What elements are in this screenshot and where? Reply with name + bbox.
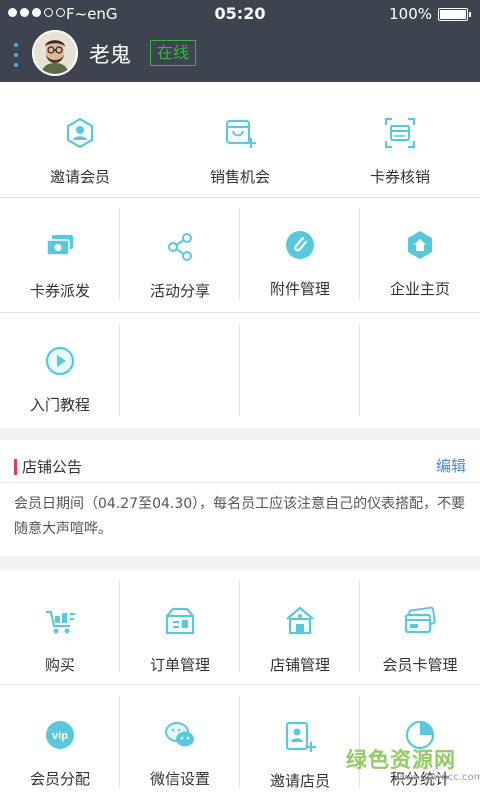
invite-staff-icon [285,721,316,752]
sales-opportunity-button[interactable]: 销售机会 [160,116,320,187]
activity-share-button[interactable]: 活动分享 [120,230,240,301]
invite-member-icon [66,117,94,149]
vip-icon: vip [46,721,74,749]
tutorial-label: 入门教程 [29,396,90,414]
order-manage-button[interactable]: 订单管理 [120,604,240,675]
watermark-url: www.downcc.com [394,772,480,783]
store-icon [286,606,314,635]
grid-divider [0,197,480,198]
watermark-logo: 绿色资源网 [346,748,456,772]
invite-member-button[interactable]: 邀请会员 [0,116,160,187]
notice-text: 会员日期间（04.27至04.30），每名员工应该注意自己的仪表搭配，不要随意大… [14,496,466,537]
grid-divider [359,324,360,416]
coupon-distribute-icon [46,235,73,256]
order-manage-label: 订单管理 [149,656,210,674]
member-card-manage-label: 会员卡管理 [382,656,458,674]
grid-divider [0,312,480,313]
grid-divider [119,696,120,788]
battery-percent: 100% [389,5,432,23]
username: 老鬼 [89,43,131,67]
notice-title: 店铺公告 [22,458,83,476]
invite-staff-label: 邀请店员 [269,772,330,790]
play-icon [45,346,75,376]
notice-accent-bar [14,459,17,475]
function-grid: 邀请会员 销售机会 卡券核销 卡券派发 活动分享 附件管理 企业主页 入门教程 [0,82,480,428]
sales-opportunity-label: 销售机会 [209,168,270,186]
status-bar: F~enG 05:20 100% [0,0,480,28]
grid-divider [239,580,240,672]
attachment-manage-button[interactable]: 附件管理 [240,228,360,299]
home-icon [408,231,432,259]
purchase-label: 购买 [44,656,75,674]
grid-divider [359,696,360,788]
grid-divider [239,324,240,416]
share-icon [168,233,192,261]
invite-member-label: 邀请会员 [49,168,110,186]
grid-divider [119,208,120,300]
member-card-icon [404,606,436,634]
coupon-distribute-label: 卡券派发 [29,282,90,300]
notice-edit-link[interactable]: 编辑 [436,455,466,476]
grid-divider [119,324,120,416]
sales-opportunity-icon [225,119,256,148]
grid-divider [239,696,240,788]
battery-icon [438,8,471,21]
coupon-verify-icon [384,117,416,149]
attachment-icon [286,231,314,259]
wechat-icon [165,722,194,747]
grid-divider [359,208,360,300]
wechat-settings-label: 微信设置 [149,770,210,788]
invite-staff-button[interactable]: 邀请店员 [240,720,360,791]
coupon-verify-button[interactable]: 卡券核销 [320,116,480,187]
grid-divider [0,684,480,685]
avatar[interactable] [32,30,78,76]
company-homepage-button[interactable]: 企业主页 [360,228,480,299]
grid-divider [119,580,120,672]
wechat-settings-button[interactable]: 微信设置 [120,718,240,789]
notice-divider [0,482,480,483]
coupon-verify-label: 卡券核销 [369,168,430,186]
online-status-badge: 在线 [150,40,197,66]
activity-share-label: 活动分享 [149,282,210,300]
member-assign-label: 会员分配 [29,770,90,788]
member-card-manage-button[interactable]: 会员卡管理 [360,604,480,675]
coupon-distribute-button[interactable]: 卡券派发 [0,230,120,301]
tutorial-button[interactable]: 入门教程 [0,344,120,415]
attachment-manage-label: 附件管理 [269,280,330,298]
company-homepage-label: 企业主页 [389,280,450,298]
store-manage-button[interactable]: 店铺管理 [240,604,360,675]
app-header: 老鬼 在线 [0,28,480,82]
order-icon [165,607,195,635]
cart-icon [46,610,75,634]
purchase-button[interactable]: 购买 [0,604,120,675]
grid-divider [359,580,360,672]
store-manage-label: 店铺管理 [269,656,330,674]
svg-text:vip: vip [52,730,68,742]
more-menu-icon[interactable] [12,43,20,67]
member-assign-button[interactable]: vip 会员分配 [0,718,120,789]
grid-divider [239,208,240,300]
